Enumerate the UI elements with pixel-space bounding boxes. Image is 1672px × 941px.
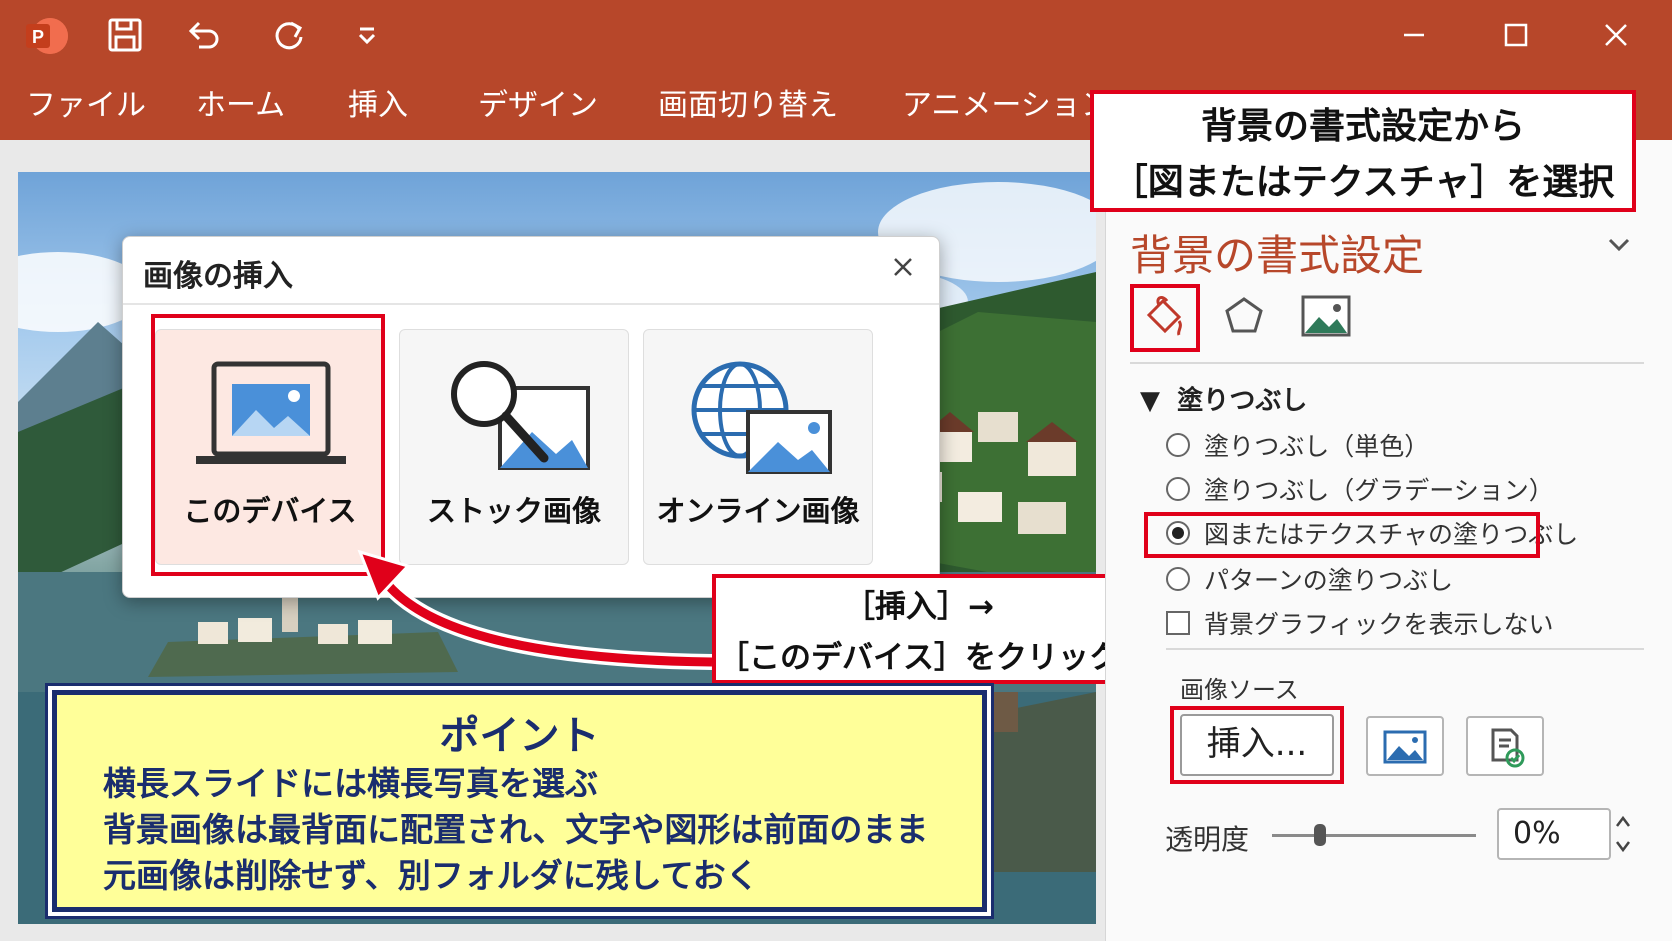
online-images-label: オンライン画像: [656, 494, 860, 528]
dialog-divider: [123, 303, 939, 305]
radio-button[interactable]: [1166, 433, 1190, 457]
callout-middle-line2: ［このデバイス］をクリック: [717, 640, 1121, 676]
transparency-slider-thumb[interactable]: [1314, 824, 1326, 846]
svg-text:P: P: [32, 27, 44, 47]
fill-section-header[interactable]: ▼ 塗りつぶし: [1140, 380, 1307, 417]
title-bar: P: [0, 0, 1672, 70]
fill-tab-highlight: [1130, 284, 1200, 352]
radio-gradient-fill[interactable]: 塗りつぶし（グラデーション）: [1166, 472, 1554, 506]
dialog-title: 画像の挿入: [143, 259, 293, 294]
radio-solid-fill-label: 塗りつぶし（単色）: [1204, 432, 1430, 461]
tab-file[interactable]: ファイル: [26, 88, 146, 124]
customize-toolbar-icon[interactable]: [344, 12, 390, 58]
hide-background-graphics-checkbox[interactable]: 背景グラフィックを表示しない: [1166, 606, 1554, 640]
close-window-button[interactable]: [1586, 10, 1646, 60]
dialog-close-icon[interactable]: [885, 249, 921, 285]
radio-button[interactable]: [1166, 477, 1190, 501]
checkbox[interactable]: [1166, 611, 1190, 635]
radio-button[interactable]: [1166, 567, 1190, 591]
magnifier-picture-icon: [451, 361, 590, 470]
this-device-highlight: [151, 314, 385, 576]
paste-clipboard-icon[interactable]: [1466, 716, 1544, 776]
hide-background-graphics-label: 背景グラフィックを表示しない: [1204, 610, 1554, 639]
fill-header-label: 塗りつぶし: [1177, 386, 1308, 416]
radio-solid-fill[interactable]: 塗りつぶし（単色）: [1166, 428, 1429, 462]
stock-images-option[interactable]: ストック画像: [399, 329, 629, 565]
callout-top-line2: ［図またはテクスチャ］を選択: [1111, 162, 1615, 203]
radio-pattern-fill-label: パターンの塗りつぶし: [1204, 566, 1454, 595]
transparency-spinner[interactable]: [1612, 808, 1634, 860]
picture-texture-highlight: [1144, 512, 1540, 558]
image-source-label: 画像ソース: [1180, 676, 1299, 704]
pane-divider: [1166, 648, 1644, 650]
transparency-slider-track[interactable]: [1272, 834, 1476, 837]
point-line-3: 元画像は削除せず、別フォルダに残しておく: [103, 856, 759, 895]
insert-button-highlight: [1170, 706, 1344, 784]
effects-pentagon-icon[interactable]: [1212, 284, 1276, 348]
maximize-button[interactable]: [1486, 10, 1546, 60]
callout-top-line1: 背景の書式設定から: [1200, 106, 1525, 147]
transparency-label: 透明度: [1165, 823, 1250, 856]
powerpoint-logo-icon: P: [24, 14, 68, 58]
select-texture-callout: 背景の書式設定から ［図またはテクスチャ］を選択: [1090, 90, 1636, 212]
point-box: ポイント 横長スライドには横長写真を選ぶ 背景画像は最背面に配置され、文字や図形…: [52, 690, 987, 912]
radio-gradient-fill-label: 塗りつぶし（グラデーション）: [1204, 476, 1554, 505]
tab-home[interactable]: ホーム: [196, 88, 285, 124]
point-line-2: 背景画像は最背面に配置され、文字や図形は前面のまま: [103, 810, 929, 849]
stock-images-label: ストック画像: [426, 494, 601, 528]
pane-tab-divider: [1130, 362, 1644, 364]
save-icon[interactable]: [102, 12, 148, 58]
online-images-option[interactable]: オンライン画像: [643, 329, 873, 565]
tab-design[interactable]: デザイン: [478, 88, 598, 124]
triangle-down-icon: ▼: [1140, 386, 1160, 416]
point-line-1: 横長スライドには横長写真を選ぶ: [103, 764, 598, 803]
chevron-down-icon[interactable]: [1604, 230, 1634, 260]
undo-icon[interactable]: [180, 12, 226, 58]
redo-icon[interactable]: [266, 12, 312, 58]
globe-picture-icon: [691, 361, 832, 474]
transparency-input[interactable]: 0%: [1497, 808, 1611, 860]
picture-tab-icon[interactable]: [1294, 284, 1358, 348]
tab-animations[interactable]: アニメーション: [902, 88, 1111, 124]
picture-folder-icon[interactable]: [1366, 716, 1444, 776]
click-instruction-callout: ［挿入］→ ［このデバイス］をクリック: [712, 574, 1126, 684]
pane-title: 背景の書式設定: [1130, 231, 1425, 280]
minimize-button[interactable]: [1384, 10, 1444, 60]
point-title: ポイント: [439, 713, 600, 759]
radio-pattern-fill[interactable]: パターンの塗りつぶし: [1166, 562, 1453, 596]
tab-insert[interactable]: 挿入: [348, 88, 408, 124]
tab-transitions[interactable]: 画面切り替え: [658, 88, 838, 124]
callout-middle-line1: ［挿入］→: [844, 589, 994, 625]
